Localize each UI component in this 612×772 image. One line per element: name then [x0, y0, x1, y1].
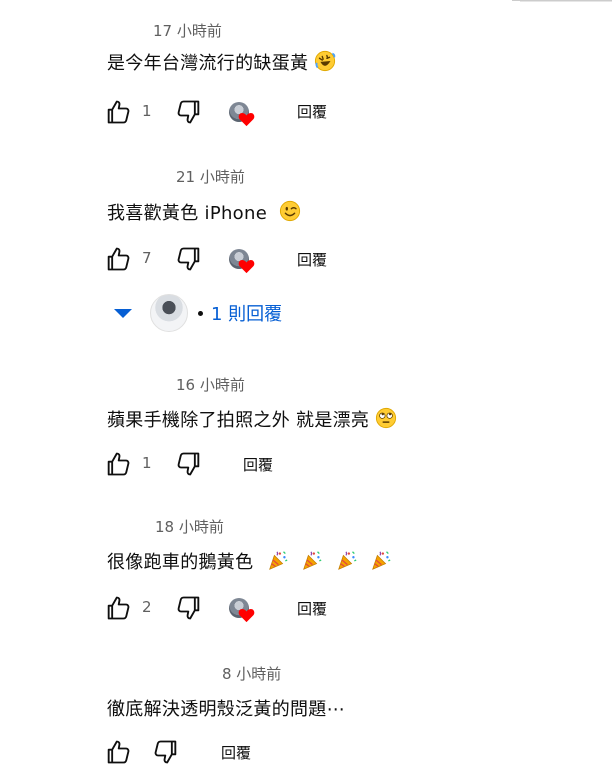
comment-text: 徹底解決透明殼泛黃的問題⋯	[107, 695, 345, 721]
dislike-button[interactable]	[172, 591, 206, 625]
like-count: 1	[142, 454, 152, 472]
party-popper-icon	[301, 549, 323, 571]
like-button[interactable]	[101, 591, 135, 625]
heart-icon	[238, 258, 255, 274]
comment-body: 蘋果手機除了拍照之外 就是漂亮	[107, 410, 370, 431]
heart-icon	[238, 607, 255, 623]
creator-heart-badge	[229, 102, 255, 128]
rolling-eyes-emoji-icon	[375, 407, 397, 429]
like-button[interactable]	[101, 735, 135, 769]
reply-button[interactable]: 回覆	[297, 249, 327, 270]
comment-timestamp[interactable]: 17 小時前	[153, 20, 222, 41]
comment-text: 我喜歡黃色 iPhone	[107, 199, 301, 225]
like-button[interactable]	[101, 242, 135, 276]
thumbs-down-icon	[175, 594, 203, 622]
comment-body: 徹底解決透明殼泛黃的問題⋯	[107, 699, 345, 720]
thumbs-down-icon	[175, 98, 203, 126]
comment-timestamp[interactable]: 18 小時前	[155, 516, 224, 537]
dislike-button[interactable]	[172, 95, 206, 129]
party-popper-icon	[336, 549, 358, 571]
thumbs-down-icon	[152, 738, 180, 766]
thumbs-up-icon	[104, 594, 132, 622]
comment-timestamp[interactable]: 21 小時前	[176, 166, 245, 187]
thumbs-up-icon	[104, 450, 132, 478]
comment-body: 是今年台灣流行的缺蛋黃	[107, 53, 309, 74]
comment-timestamp[interactable]: 8 小時前	[222, 663, 281, 684]
creator-heart-badge	[229, 249, 255, 275]
thumbs-down-icon	[175, 450, 203, 478]
thumbs-up-icon	[104, 245, 132, 273]
comment-text: 很像跑車的鵝黃色	[107, 548, 392, 574]
reply-author-avatar	[150, 294, 188, 332]
reply-button[interactable]: 回覆	[297, 101, 327, 122]
reply-button[interactable]: 回覆	[243, 454, 273, 475]
dislike-button[interactable]	[149, 735, 183, 769]
comment-timestamp[interactable]: 16 小時前	[176, 374, 245, 395]
chevron-down-icon	[114, 308, 132, 318]
reply-button[interactable]: 回覆	[221, 742, 251, 763]
dislike-button[interactable]	[172, 242, 206, 276]
top-divider-shadow	[520, 1, 612, 2]
like-count: 7	[142, 249, 152, 267]
reply-button[interactable]: 回覆	[297, 598, 327, 619]
like-button[interactable]	[101, 95, 135, 129]
comment-text: 是今年台灣流行的缺蛋黃	[107, 49, 336, 75]
like-button[interactable]	[101, 447, 135, 481]
comment-body: 我喜歡黃色 iPhone	[107, 203, 268, 224]
thumbs-up-icon	[104, 98, 132, 126]
comment-body: 很像跑車的鵝黃色	[107, 552, 254, 573]
party-popper-icon	[267, 549, 289, 571]
separator-dot	[198, 310, 203, 316]
like-count: 1	[142, 102, 152, 120]
creator-heart-badge	[229, 598, 255, 624]
thumbs-down-icon	[175, 245, 203, 273]
party-popper-icon	[370, 549, 392, 571]
rofl-emoji-icon	[314, 50, 336, 72]
replies-count-label: 1 則回覆	[211, 304, 283, 325]
like-count: 2	[142, 598, 152, 616]
thumbs-up-icon	[104, 738, 132, 766]
heart-icon	[238, 111, 255, 127]
wink-emoji-icon	[279, 200, 301, 222]
comment-text: 蘋果手機除了拍照之外 就是漂亮	[107, 406, 397, 432]
dislike-button[interactable]	[172, 447, 206, 481]
view-replies-button[interactable]: 1 則回覆	[110, 294, 282, 332]
